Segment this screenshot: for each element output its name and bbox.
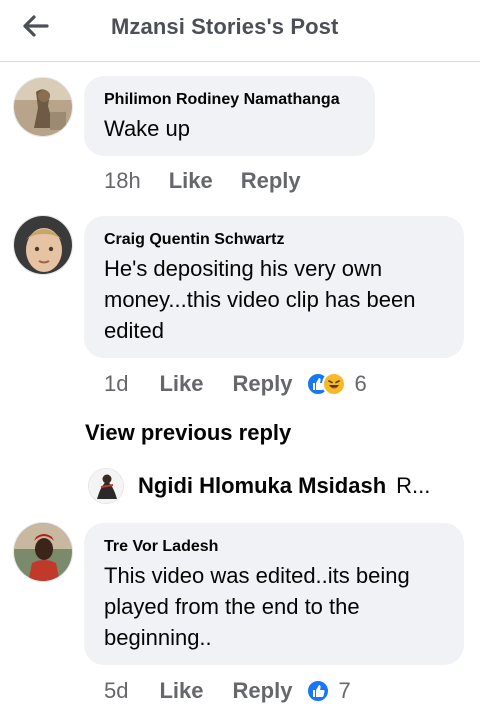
comment-timestamp[interactable]: 1d xyxy=(104,371,128,397)
comment-author[interactable]: Philimon Rodiney Namathanga xyxy=(104,90,357,110)
comment-actions: 18h Like Reply xyxy=(104,166,301,196)
reply-snippet: R... xyxy=(396,473,431,498)
comment-timestamp[interactable]: 5d xyxy=(104,678,128,704)
reaction-count: 6 xyxy=(354,371,367,396)
comment-author[interactable]: Tre Vor Ladesh xyxy=(104,537,446,557)
comment-bubble: Philimon Rodiney Namathanga Wake up xyxy=(84,76,375,156)
reply-author[interactable]: Ngidi Hlomuka Msidash xyxy=(138,473,386,499)
comment-bubble: Craig Quentin Schwartz He's depositing h… xyxy=(84,216,464,358)
haha-reaction-icon xyxy=(322,372,347,396)
comment-bubble: Tre Vor Ladesh This video was edited..it… xyxy=(84,523,464,665)
comment-text: He's depositing his very own money...thi… xyxy=(104,256,416,343)
avatar[interactable] xyxy=(13,215,73,275)
page-title: Mzansi Stories's Post xyxy=(111,14,339,39)
reply-button[interactable]: Reply xyxy=(233,371,293,397)
view-previous-reply-link[interactable]: View previous reply xyxy=(85,420,291,446)
reply-button[interactable]: Reply xyxy=(241,168,301,194)
comment-actions: 1d Like Reply 6 xyxy=(104,369,367,399)
reaction-count: 7 xyxy=(338,678,351,703)
comment-text: This video was edited..its being played … xyxy=(104,563,410,650)
comment-text: Wake up xyxy=(104,116,191,141)
reaction-summary[interactable]: 7 xyxy=(306,678,351,704)
arrow-left-icon xyxy=(23,15,49,37)
reaction-summary[interactable]: 6 xyxy=(306,371,367,397)
comment-author[interactable]: Craig Quentin Schwartz xyxy=(104,230,446,250)
avatar[interactable] xyxy=(88,468,124,504)
reply-preview[interactable]: Ngidi Hlomuka Msidash R... xyxy=(88,466,430,506)
post-header: Mzansi Stories's Post xyxy=(0,0,480,62)
like-button[interactable]: Like xyxy=(169,168,213,194)
like-reaction-icon xyxy=(306,679,331,703)
comment-actions: 5d Like Reply 7 xyxy=(104,676,351,706)
comment-timestamp[interactable]: 18h xyxy=(104,168,141,194)
like-button[interactable]: Like xyxy=(159,371,203,397)
reply-button[interactable]: Reply xyxy=(233,678,293,704)
back-button[interactable] xyxy=(20,10,52,42)
avatar[interactable] xyxy=(13,77,73,137)
avatar[interactable] xyxy=(13,522,73,582)
like-button[interactable]: Like xyxy=(159,678,203,704)
